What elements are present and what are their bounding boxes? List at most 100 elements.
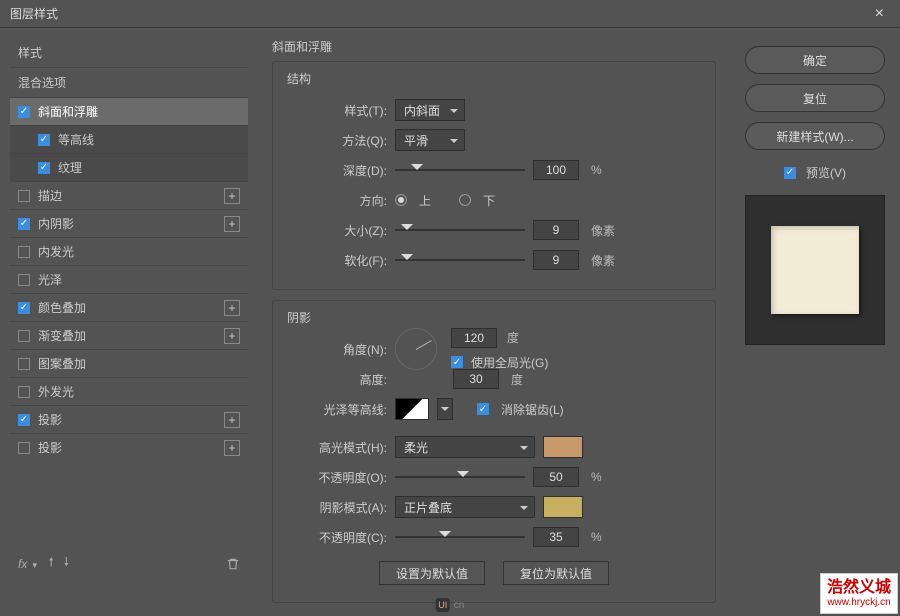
shadow-opacity-slider[interactable] [395, 529, 525, 545]
preview-checkbox[interactable] [784, 167, 796, 179]
antialias-checkbox[interactable] [477, 403, 489, 415]
add-effect-icon[interactable]: + [224, 188, 240, 204]
window-title: 图层样式 [10, 5, 869, 22]
shadow-mode-label: 阴影模式(A): [287, 499, 387, 516]
close-icon[interactable]: × [869, 5, 890, 23]
angle-input[interactable] [451, 328, 497, 348]
add-effect-icon[interactable]: + [224, 300, 240, 316]
effect-label: 内发光 [38, 243, 74, 260]
main: 样式 混合选项 斜面和浮雕等高线纹理描边 + 内阴影 + 内发光光泽颜色叠加+ 渐变叠加 +… [0, 28, 900, 588]
effect-label: 渐变叠加 [38, 327, 86, 344]
antialias-label: 消除锯齿(L) [501, 401, 564, 418]
technique-select[interactable]: 平滑 [395, 129, 465, 151]
trash-icon[interactable] [226, 557, 240, 571]
sidebar-item[interactable]: 图案叠加 [10, 349, 248, 377]
sidebar-item[interactable]: 描边 + [10, 181, 248, 209]
altitude-label: 高度: [287, 371, 387, 388]
sidebar-item[interactable]: 颜色叠加+ [10, 293, 248, 321]
gloss-contour-picker[interactable] [395, 398, 429, 420]
highlight-mode-select[interactable]: 柔光 [395, 436, 535, 458]
effect-checkbox[interactable] [18, 302, 30, 314]
fx-menu[interactable]: fx ▼ [18, 557, 39, 571]
sidebar-item[interactable]: 外发光 [10, 377, 248, 405]
shadow-opacity-input[interactable] [533, 527, 579, 547]
effect-checkbox[interactable] [38, 134, 50, 146]
new-style-button[interactable]: 新建样式(W)... [745, 122, 885, 150]
depth-input[interactable] [533, 160, 579, 180]
add-effect-icon[interactable]: + [224, 412, 240, 428]
shading-group: 阴影 角度(N): 度 使用全局光(G) 高度: [272, 300, 716, 603]
sidebar-item[interactable]: 光泽 [10, 265, 248, 293]
make-default-button[interactable]: 设置为默认值 [379, 561, 485, 585]
effect-checkbox[interactable] [18, 330, 30, 342]
effect-checkbox[interactable] [18, 274, 30, 286]
effect-checkbox[interactable] [18, 386, 30, 398]
direction-down-radio[interactable] [459, 194, 471, 206]
add-effect-icon[interactable]: + [224, 216, 240, 232]
shadow-mode-select[interactable]: 正片叠底 [395, 496, 535, 518]
effect-label: 图案叠加 [38, 355, 86, 372]
structure-legend: 结构 [287, 70, 701, 87]
gloss-contour-dropdown[interactable] [437, 398, 453, 420]
style-select[interactable]: 内斜面 [395, 99, 465, 121]
global-light-label: 使用全局光(G) [471, 354, 548, 371]
effect-checkbox[interactable] [18, 218, 30, 230]
styles-header[interactable]: 样式 [10, 38, 248, 67]
blend-options[interactable]: 混合选项 [10, 67, 248, 97]
effect-checkbox[interactable] [18, 190, 30, 202]
highlight-opacity-input[interactable] [533, 467, 579, 487]
sidebar-item[interactable]: 等高线 [10, 125, 248, 153]
effect-checkbox[interactable] [38, 162, 50, 174]
sidebar-item[interactable]: 投影 + [10, 405, 248, 433]
shadow-color-swatch[interactable] [543, 496, 583, 518]
depth-unit: % [591, 163, 602, 177]
sidebar-item[interactable]: 渐变叠加 + [10, 321, 248, 349]
panel-title: 斜面和浮雕 [272, 38, 716, 55]
sidebar: 样式 混合选项 斜面和浮雕等高线纹理描边 + 内阴影 + 内发光光泽颜色叠加+ 渐变叠加 +… [0, 28, 258, 588]
ok-button[interactable]: 确定 [745, 46, 885, 74]
effect-checkbox[interactable] [18, 442, 30, 454]
move-up-icon[interactable]: 🠕 [49, 553, 54, 574]
footer-logo: UI cn [436, 598, 465, 612]
angle-dial[interactable] [395, 328, 437, 370]
effects-list: 斜面和浮雕等高线纹理描边 + 内阴影 + 内发光光泽颜色叠加+ 渐变叠加 + 图案叠加外发光投… [10, 97, 248, 547]
sidebar-item[interactable]: 纹理 [10, 153, 248, 181]
effect-checkbox[interactable] [18, 358, 30, 370]
add-effect-icon[interactable]: + [224, 440, 240, 456]
soften-input[interactable] [533, 250, 579, 270]
sidebar-item[interactable]: 内发光 [10, 237, 248, 265]
highlight-opacity-slider[interactable] [395, 469, 525, 485]
sidebar-item[interactable]: 投影+ [10, 433, 248, 461]
effect-label: 纹理 [58, 159, 82, 176]
sidebar-item[interactable]: 斜面和浮雕 [10, 97, 248, 125]
style-label: 样式(T): [287, 102, 387, 119]
direction-up-radio[interactable] [395, 194, 407, 206]
global-light-checkbox[interactable] [451, 356, 463, 368]
effect-checkbox[interactable] [18, 414, 30, 426]
effect-label: 投影 [38, 411, 62, 428]
soften-unit: 像素 [591, 252, 615, 269]
highlight-mode-label: 高光模式(H): [287, 439, 387, 456]
effect-label: 描边 [38, 187, 62, 204]
sidebar-item[interactable]: 内阴影 + [10, 209, 248, 237]
effect-label: 斜面和浮雕 [38, 103, 98, 120]
logo-icon: UI [436, 598, 450, 612]
reset-default-button[interactable]: 复位为默认值 [503, 561, 609, 585]
move-down-icon[interactable]: 🠗 [64, 553, 69, 574]
size-input[interactable] [533, 220, 579, 240]
direction-label: 方向: [287, 192, 387, 209]
altitude-input[interactable] [453, 369, 499, 389]
right-panel: 确定 复位 新建样式(W)... 预览(V) [730, 28, 900, 588]
effect-label: 内阴影 [38, 215, 74, 232]
effect-checkbox[interactable] [18, 246, 30, 258]
reset-button[interactable]: 复位 [745, 84, 885, 112]
highlight-opacity-label: 不透明度(O): [287, 469, 387, 486]
soften-slider[interactable] [395, 252, 525, 268]
highlight-color-swatch[interactable] [543, 436, 583, 458]
size-slider[interactable] [395, 222, 525, 238]
effect-checkbox[interactable] [18, 106, 30, 118]
add-effect-icon[interactable]: + [224, 328, 240, 344]
depth-slider[interactable] [395, 162, 525, 178]
watermark: 浩然义城 www.hryckj.cn [820, 573, 898, 614]
effect-label: 外发光 [38, 383, 74, 400]
